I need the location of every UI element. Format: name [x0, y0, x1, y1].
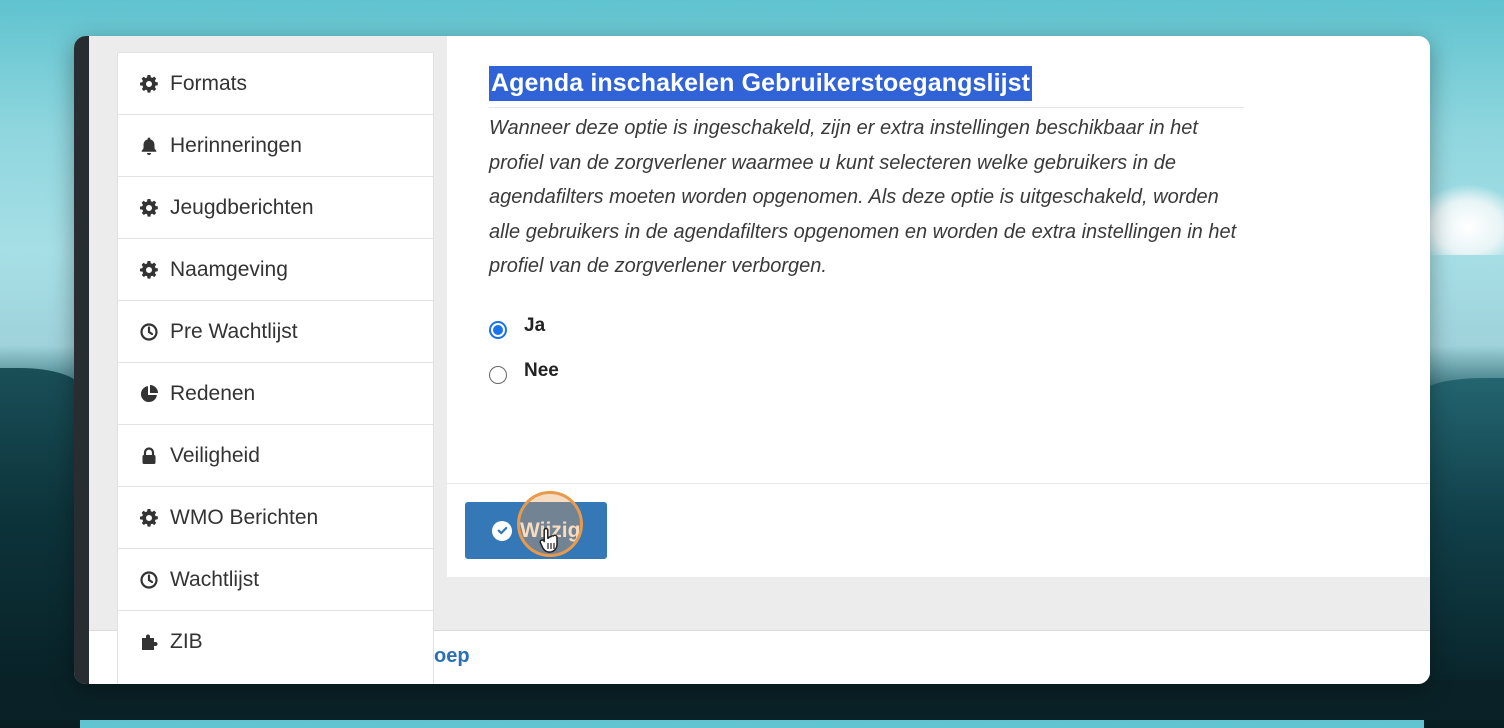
- sidebar-item-label: Pre Wachtlijst: [170, 319, 298, 343]
- sidebar-item-label: ZIB: [170, 629, 203, 653]
- option-group: Ja Nee: [489, 304, 1249, 394]
- check-circle-icon: [492, 520, 512, 541]
- sidebar-item-label: Formats: [170, 71, 248, 95]
- sidebar-item-formats[interactable]: Formats: [118, 52, 433, 114]
- sidebar-item-pre-wachtlijst[interactable]: Pre Wachtlijst: [118, 300, 433, 362]
- background-ground: [0, 680, 1504, 720]
- setting-description: Wanneer deze optie is ingeschakeld, zijn…: [489, 117, 1237, 277]
- pie-chart-icon: [138, 383, 160, 405]
- option-nee[interactable]: Nee: [489, 349, 1249, 394]
- setting-title: Agenda inschakelen Gebruikerstoegangslij…: [489, 66, 1033, 101]
- sidebar-item-label: Herinneringen: [170, 133, 302, 157]
- option-ja[interactable]: Ja: [489, 304, 1249, 349]
- gear-icon: [138, 259, 160, 281]
- sidebar-item-label: Naamgeving: [170, 257, 288, 281]
- footer-link[interactable]: oep: [434, 645, 470, 668]
- clock-icon: [138, 569, 160, 591]
- sidebar-item-label: Redenen: [170, 381, 256, 405]
- sidebar-item-jeugdberichten[interactable]: Jeugdberichten: [118, 176, 433, 238]
- form-divider: [447, 483, 1430, 484]
- clock-icon: [138, 321, 160, 343]
- gear-icon: [138, 197, 160, 219]
- sidebar-item-herinneringen[interactable]: Herinneringen: [118, 114, 433, 176]
- title-divider: [489, 107, 1244, 108]
- radio-nee[interactable]: [489, 366, 507, 384]
- sidebar-item-redenen[interactable]: Redenen: [118, 362, 433, 424]
- window-left-edge: [74, 36, 89, 684]
- settings-sidebar: Formats Herinneringen Jeugdberichten Naa…: [117, 52, 434, 684]
- radio-ja[interactable]: [489, 321, 507, 339]
- gear-icon: [138, 507, 160, 529]
- sidebar-item-wachtlijst[interactable]: Wachtlijst: [118, 548, 433, 610]
- save-button[interactable]: Wijzig: [465, 502, 607, 559]
- setting-content: Agenda inschakelen Gebruikerstoegangslij…: [489, 66, 1249, 394]
- option-label: Nee: [524, 360, 559, 381]
- option-label: Ja: [524, 315, 546, 336]
- puzzle-icon: [138, 631, 160, 653]
- sidebar-item-naamgeving[interactable]: Naamgeving: [118, 238, 433, 300]
- sidebar-item-wmo-berichten[interactable]: WMO Berichten: [118, 486, 433, 548]
- sidebar-item-label: WMO Berichten: [170, 505, 319, 529]
- app-window: oep Formats Herinneringen Jeugdberichten…: [74, 36, 1430, 684]
- sidebar-item-zib[interactable]: ZIB: [118, 610, 433, 672]
- lock-icon: [138, 445, 160, 467]
- background-hill-right: [1424, 378, 1504, 728]
- save-button-label: Wijzig: [520, 518, 581, 542]
- sidebar-item-label: Veiligheid: [170, 443, 260, 467]
- sidebar-item-label: Jeugdberichten: [170, 195, 314, 219]
- background-hill-left: [0, 368, 80, 728]
- gear-icon: [138, 73, 160, 95]
- sidebar-item-veiligheid[interactable]: Veiligheid: [118, 424, 433, 486]
- bell-icon: [138, 135, 160, 157]
- sidebar-item-label: Wachtlijst: [170, 567, 260, 591]
